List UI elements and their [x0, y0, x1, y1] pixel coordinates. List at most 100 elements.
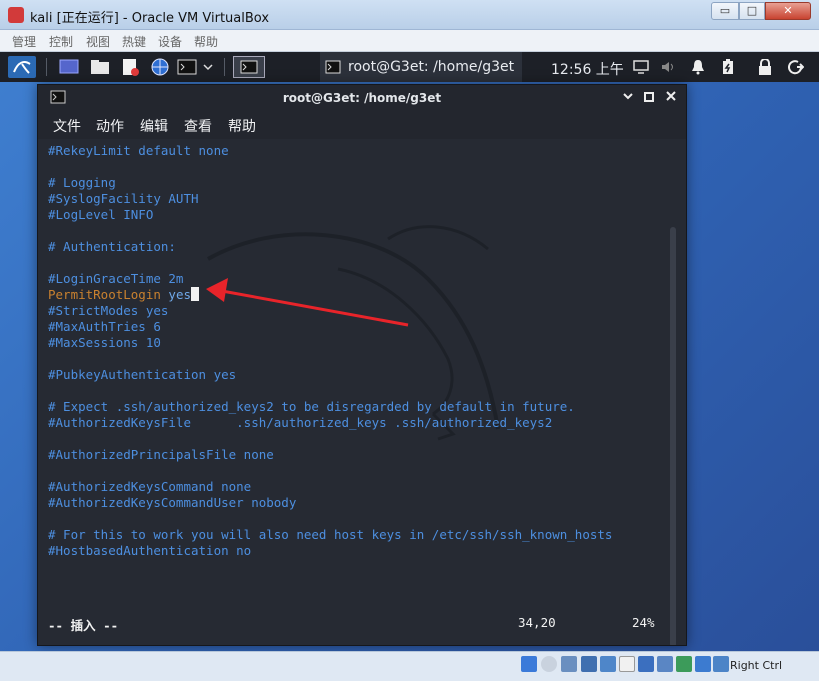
comment-text: #SyslogFacility AUTH	[48, 191, 199, 206]
comment-text: #LoginGraceTime 2m	[48, 271, 184, 286]
comment-text: #StrictModes yes	[48, 303, 169, 318]
vbox-menu-manage[interactable]: 管理	[12, 33, 36, 50]
audio-icon[interactable]	[561, 656, 577, 672]
comment-text: # For this to work you will also need ho…	[48, 527, 613, 542]
terminal-menu-actions[interactable]: 动作	[96, 116, 124, 136]
terminal-menu-file[interactable]: 文件	[53, 116, 81, 136]
code-line: #AuthorizedKeysFile .ssh/authorized_keys…	[48, 415, 612, 431]
battery-icon[interactable]	[719, 56, 737, 78]
terminal-titlebar[interactable]: root@G3et: /home/g3et	[38, 85, 686, 111]
cursor-position: 34,20	[518, 615, 556, 630]
lock-icon[interactable]	[756, 56, 774, 78]
mouse-integration-icon[interactable]	[695, 656, 711, 672]
usb-icon[interactable]	[600, 656, 616, 672]
chevron-down-icon[interactable]	[200, 56, 216, 78]
code-line: #AuthorizedKeysCommandUser nobody	[48, 495, 612, 511]
vim-status-line: -- 插入 -- 34,20 24%	[48, 615, 658, 634]
browser-icon[interactable]	[148, 56, 172, 78]
desktop-icon[interactable]	[57, 56, 81, 78]
comment-text: # Authentication:	[48, 239, 176, 254]
comment-text: #AuthorizedKeysCommandUser nobody	[48, 495, 297, 510]
comment-text: #PubkeyAuthentication yes	[48, 367, 237, 382]
maximize-button[interactable]: □	[739, 2, 765, 20]
taskbar-separator	[224, 58, 225, 76]
code-line: #RekeyLimit default none	[48, 143, 612, 159]
keyboard-icon[interactable]	[713, 656, 729, 672]
terminal-maximize-icon[interactable]	[644, 91, 654, 105]
vbox-menu-control[interactable]: 控制	[49, 33, 73, 50]
code-line: #SyslogFacility AUTH	[48, 191, 612, 207]
code-line: #AuthorizedPrincipalsFile none	[48, 447, 612, 463]
terminal-menu-view[interactable]: 查看	[184, 116, 212, 136]
vbox-titlebar: kali [正在运行] - Oracle VM VirtualBox ▭ □ ✕	[0, 0, 819, 30]
code-line: #MaxAuthTries 6	[48, 319, 612, 335]
file-manager-icon[interactable]	[88, 56, 112, 78]
vbox-menu-devices[interactable]: 设备	[158, 33, 182, 50]
taskbar-separator	[46, 58, 47, 76]
taskbar-clock[interactable]: 12:56 上午	[551, 59, 624, 79]
display-settings-icon[interactable]	[638, 656, 654, 672]
terminal-menu-help[interactable]: 帮助	[228, 116, 256, 136]
code-line: #PubkeyAuthentication yes	[48, 367, 612, 383]
vbox-window-title: kali [正在运行] - Oracle VM VirtualBox	[30, 11, 270, 26]
code-line: # For this to work you will also need ho…	[48, 527, 612, 543]
logout-icon[interactable]	[787, 56, 805, 78]
virtualbox-app-icon	[8, 7, 24, 23]
terminal-menu-edit[interactable]: 编辑	[140, 116, 168, 136]
minimize-button[interactable]: ▭	[711, 2, 739, 20]
comment-text: # Logging	[48, 175, 116, 190]
taskbar-window-title: root@G3et: /home/g3et	[348, 59, 515, 75]
volume-icon[interactable]	[660, 56, 678, 78]
terminal-title: root@G3et: /home/g3et	[282, 91, 442, 105]
guest-desktop: root@G3et: /home/g3et 12:56 上午 root@G3et…	[0, 52, 819, 651]
vbox-menubar: 管理 控制 视图 热键 设备 帮助	[0, 30, 819, 52]
comment-text: #LogLevel INFO	[48, 207, 154, 222]
terminal-window-icon[interactable]	[233, 56, 265, 78]
comment-text: #MaxAuthTries 6	[48, 319, 161, 334]
text-editor-icon[interactable]	[118, 56, 142, 78]
code-line: # Expect .ssh/authorized_keys2 to be dis…	[48, 399, 612, 415]
comment-text: #RekeyLimit default none	[48, 143, 229, 158]
code-line: #AuthorizedKeysCommand none	[48, 479, 612, 495]
config-key: PermitRootLogin	[48, 287, 161, 302]
shared-folders-icon[interactable]	[619, 656, 635, 672]
vbox-menu-help[interactable]: 帮助	[194, 33, 218, 50]
hard-disk-icon[interactable]	[521, 656, 537, 672]
code-line: #StrictModes yes	[48, 303, 612, 319]
video-capture-icon[interactable]	[657, 656, 673, 672]
close-button[interactable]: ✕	[765, 2, 811, 20]
cpu-activity-icon[interactable]	[676, 656, 692, 672]
network-icon[interactable]	[581, 656, 597, 672]
terminal-window[interactable]: root@G3et: /home/g3et 文件 动作 编辑 查看 帮助 #Re…	[37, 84, 687, 646]
code-line: #LogLevel INFO	[48, 207, 612, 223]
notification-bell-icon[interactable]	[689, 56, 707, 78]
guest-taskbar: root@G3et: /home/g3et 12:56 上午	[0, 52, 819, 82]
sshd-config-editor[interactable]: #RekeyLimit default none # Logging #Syslog…	[48, 143, 612, 559]
code-line: # Logging	[48, 175, 612, 191]
terminal-scrollbar[interactable]	[670, 227, 676, 645]
config-value: yes	[168, 287, 191, 302]
display-icon[interactable]	[632, 56, 650, 78]
vbox-menu-hotkeys[interactable]: 热键	[122, 33, 146, 50]
optical-drive-icon[interactable]	[541, 656, 557, 672]
terminal-minimize-icon[interactable]	[622, 89, 634, 106]
terminal-close-icon[interactable]	[665, 90, 677, 105]
terminal-icon[interactable]	[175, 56, 199, 78]
scroll-percent: 24%	[632, 615, 655, 630]
vbox-menu-view[interactable]: 视图	[86, 33, 110, 50]
code-line: # Authentication:	[48, 239, 612, 255]
vim-mode-indicator: -- 插入 --	[48, 618, 119, 633]
terminal-content[interactable]: #RekeyLimit default none # Logging #Syslog…	[38, 139, 686, 645]
comment-text: #AuthorizedPrincipalsFile none	[48, 447, 274, 462]
terminal-small-icon	[324, 56, 342, 78]
comment-text: #AuthorizedKeysFile .ssh/authorized_keys…	[48, 415, 553, 430]
vbox-statusbar: Right Ctrl	[0, 651, 819, 681]
code-line: #LoginGraceTime 2m	[48, 271, 612, 287]
kali-menu-icon[interactable]	[8, 56, 36, 78]
